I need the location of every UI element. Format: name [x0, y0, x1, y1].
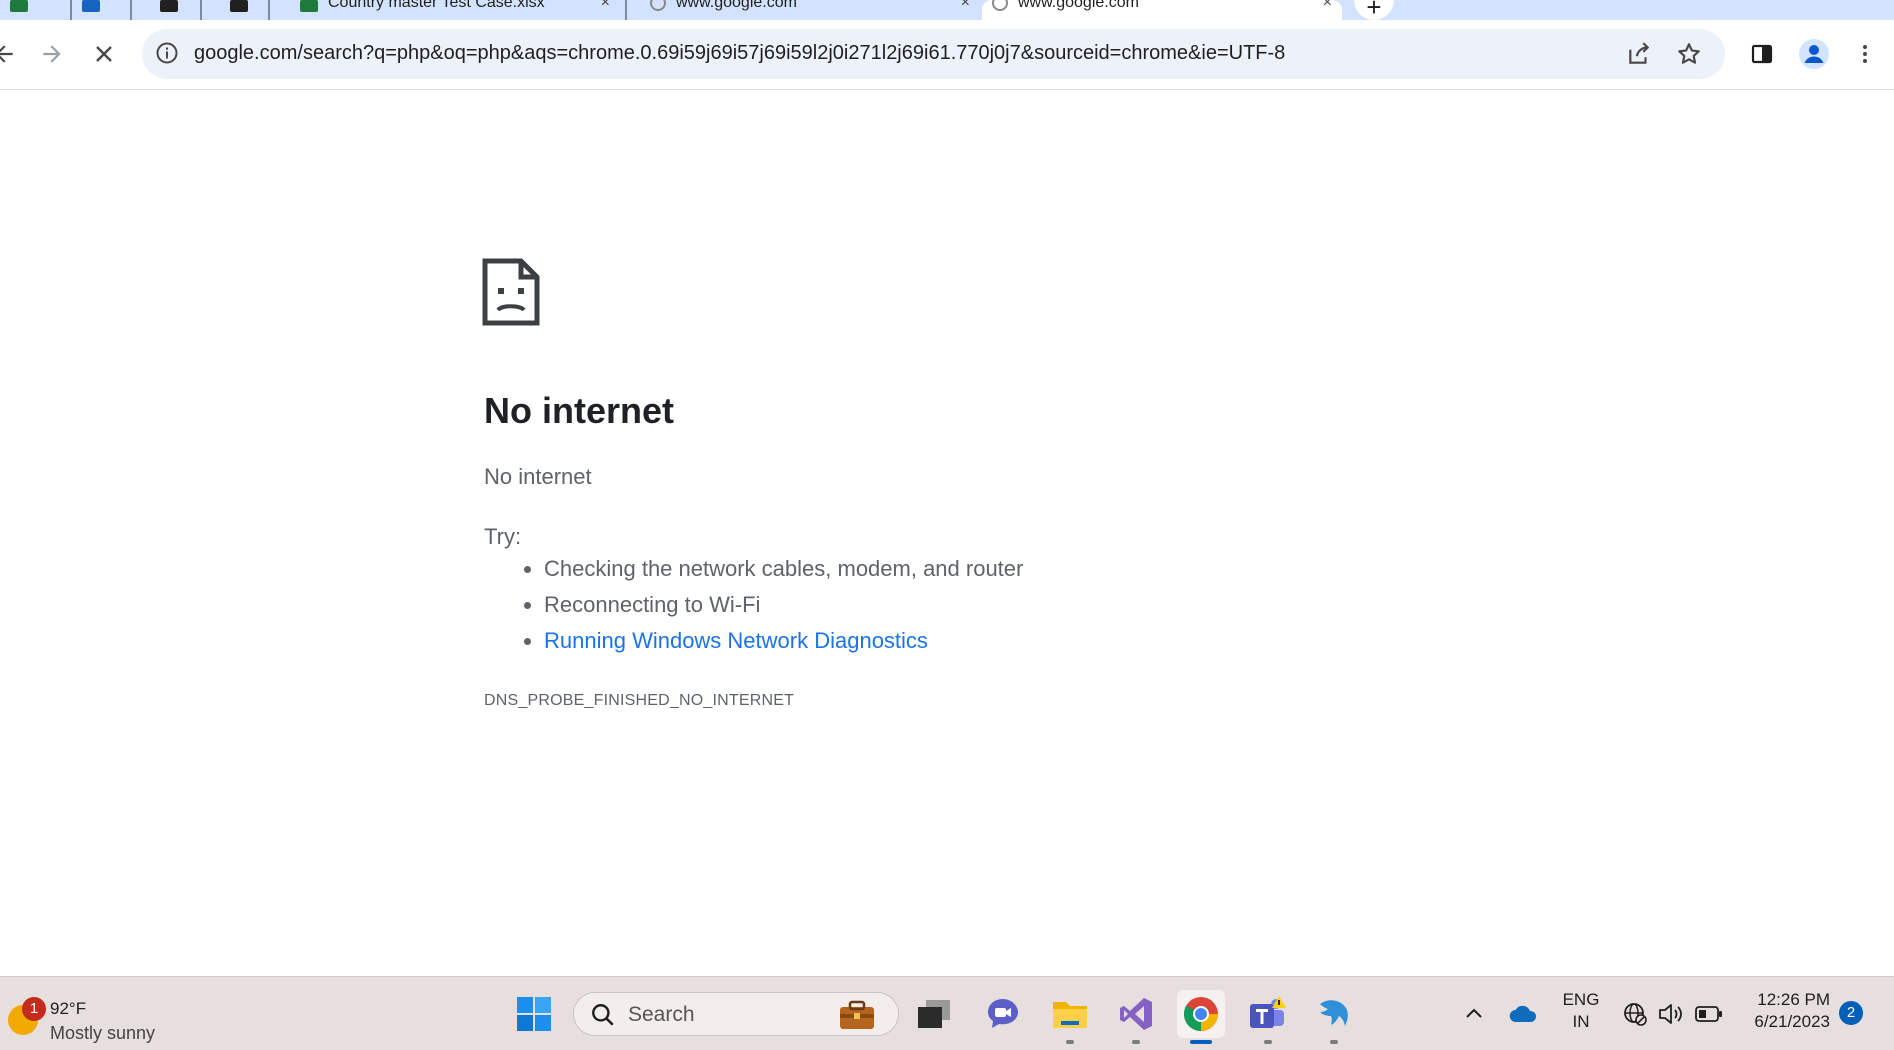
weather-temp: 92°F — [50, 999, 87, 1018]
start-button[interactable] — [510, 990, 558, 1038]
task-view-icon — [918, 1000, 950, 1028]
sad-document-icon — [482, 258, 540, 326]
running-indicator — [1330, 1040, 1338, 1044]
battery-icon — [1695, 1005, 1722, 1022]
clock-time: 12:26 PM — [1757, 990, 1830, 1009]
visual-studio-icon — [1120, 998, 1152, 1030]
loading-icon — [992, 0, 1008, 11]
region-code: IN — [1572, 1012, 1590, 1031]
tab-title: www.google.com — [676, 0, 797, 11]
address-bar[interactable]: google.com/search?q=php&oq=php&aqs=chrom… — [142, 29, 1725, 79]
globe-no-internet-icon — [1624, 1002, 1647, 1026]
taskbar-search[interactable]: Search — [573, 992, 899, 1036]
bookmark-button[interactable] — [1672, 37, 1706, 71]
app-icon — [230, 0, 248, 12]
close-icon[interactable]: × — [601, 0, 610, 12]
chrome-button[interactable] — [1177, 990, 1225, 1044]
close-icon — [96, 46, 112, 62]
running-indicator — [1066, 1040, 1074, 1044]
close-icon[interactable]: × — [961, 0, 970, 12]
back-button[interactable] — [0, 36, 22, 72]
tab-outlook[interactable] — [72, 0, 134, 20]
suggestion-list: Checking the network cables, modem, and … — [484, 551, 1023, 659]
clock-date: 6/21/2023 — [1754, 1012, 1830, 1031]
network-button[interactable] — [1620, 977, 1650, 1050]
list-item: Running Windows Network Diagnostics — [544, 623, 1023, 659]
chevron-up-icon — [1466, 1008, 1482, 1018]
globe-icon — [650, 0, 666, 11]
briefcase-icon — [840, 1000, 874, 1029]
excel-icon — [300, 0, 318, 12]
star-icon — [1678, 43, 1700, 64]
excel-icon — [10, 0, 28, 12]
chat-button[interactable] — [979, 990, 1027, 1038]
cloud-icon — [1509, 1005, 1537, 1022]
tab-google-1[interactable]: www.google.com × — [640, 0, 980, 20]
share-button[interactable] — [1622, 37, 1656, 71]
search-placeholder: Search — [628, 1003, 695, 1026]
error-subtitle: No internet — [484, 464, 592, 489]
chrome-icon — [1184, 997, 1218, 1031]
weather-widget[interactable]: 1 92°F Mostly sunny — [4, 987, 174, 1043]
tab-title: Country master Test Case.xlsx — [328, 0, 545, 11]
forward-button[interactable] — [34, 36, 70, 72]
file-explorer-button[interactable] — [1046, 990, 1094, 1044]
new-tab-button[interactable]: + — [1354, 0, 1394, 20]
network-diagnostics-link[interactable]: Running Windows Network Diagnostics — [544, 628, 928, 653]
chat-icon — [988, 999, 1018, 1028]
app-icon — [160, 0, 178, 12]
teams-button[interactable] — [1244, 990, 1292, 1044]
tab-strip: Country master Test Case.xlsx × www.goog… — [0, 0, 1894, 20]
weather-desc: Mostly sunny — [50, 1023, 156, 1043]
stop-button[interactable] — [86, 36, 122, 72]
site-info-icon[interactable] — [154, 40, 180, 66]
visual-studio-button[interactable] — [1112, 990, 1160, 1044]
dolphin-icon — [1320, 1000, 1348, 1026]
tab-google-active[interactable]: www.google.com × — [982, 0, 1342, 20]
task-view-button[interactable] — [910, 990, 958, 1038]
notification-badge[interactable]: 2 — [1839, 1001, 1863, 1025]
arrow-left-icon — [0, 45, 13, 63]
side-panel-button[interactable] — [1744, 36, 1780, 72]
search-icon — [592, 1004, 614, 1026]
system-clock[interactable]: 12:26 PM 6/21/2023 — [1736, 989, 1830, 1033]
windows-icon — [517, 997, 551, 1031]
avatar-icon — [1799, 39, 1829, 69]
outlook-icon — [82, 0, 100, 12]
active-indicator — [1190, 1040, 1212, 1044]
close-icon[interactable]: × — [1323, 0, 1332, 12]
teams-icon — [1250, 996, 1286, 1028]
show-hidden-icons-button[interactable] — [1460, 977, 1488, 1050]
url-text[interactable]: google.com/search?q=php&oq=php&aqs=chrom… — [194, 42, 1285, 65]
tab-title: www.google.com — [1018, 0, 1139, 11]
page-title: No internet — [484, 390, 675, 431]
tab-excel-1[interactable] — [0, 0, 60, 20]
running-indicator — [1264, 1040, 1272, 1044]
side-panel-icon — [1751, 44, 1773, 64]
battery-button[interactable] — [1692, 977, 1726, 1050]
weather-badge: 1 — [22, 997, 46, 1021]
language-code: ENG — [1562, 990, 1600, 1009]
menu-button[interactable] — [1847, 36, 1883, 72]
list-item: Checking the network cables, modem, and … — [544, 551, 1023, 587]
tab-app-2[interactable] — [220, 0, 280, 20]
tab-country-master[interactable]: Country master Test Case.xlsx × — [290, 0, 620, 20]
profile-button[interactable] — [1796, 36, 1832, 72]
page-content: No internet No internet Try: Checking th… — [0, 90, 1894, 976]
try-label: Try: — [484, 524, 522, 549]
volume-button[interactable] — [1656, 977, 1686, 1050]
browser-toolbar: google.com/search?q=php&oq=php&aqs=chrom… — [0, 20, 1894, 90]
error-code: DNS_PROBE_FINISHED_NO_INTERNET — [484, 692, 795, 709]
share-icon — [1629, 42, 1650, 64]
mysql-workbench-button[interactable] — [1310, 990, 1358, 1044]
language-indicator[interactable]: ENG IN — [1560, 989, 1602, 1033]
speaker-icon — [1659, 1003, 1682, 1024]
more-vert-icon — [1863, 45, 1867, 63]
arrow-right-icon — [43, 45, 61, 63]
running-indicator — [1132, 1040, 1140, 1044]
onedrive-button[interactable] — [1506, 977, 1540, 1050]
folder-icon — [1053, 1002, 1087, 1028]
taskbar: 1 92°F Mostly sunny Search ENG IN 12:26 … — [0, 976, 1894, 1050]
list-item: Reconnecting to Wi-Fi — [544, 587, 1023, 623]
